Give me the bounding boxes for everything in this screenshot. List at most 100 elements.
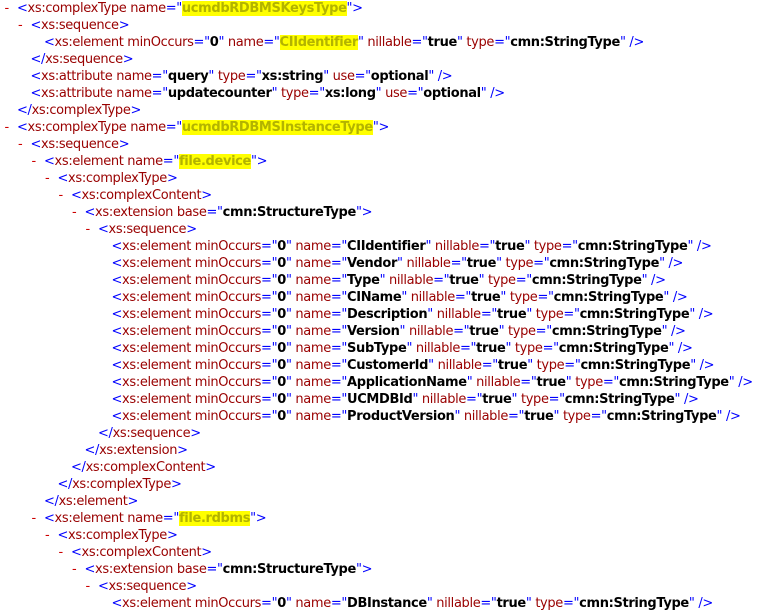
attribute-value: 0 bbox=[277, 392, 286, 407]
quote-mark: " bbox=[271, 86, 278, 101]
collapse-toggle[interactable]: - bbox=[59, 544, 64, 561]
attribute-name: nillable bbox=[476, 375, 521, 390]
attribute-value: 0 bbox=[277, 307, 286, 322]
collapse-toggle[interactable]: - bbox=[59, 187, 64, 204]
tag-bracket: < bbox=[111, 375, 123, 390]
attribute-value: 0 bbox=[277, 290, 286, 305]
equals-sign: = bbox=[151, 69, 163, 84]
tag-bracket: /> bbox=[672, 290, 688, 305]
attribute-value: xs:long bbox=[324, 86, 376, 101]
xml-code: <xs:element minOccurs="0" name="CIIdenti… bbox=[112, 238, 712, 255]
tag-name: xs:sequence bbox=[108, 222, 187, 237]
attribute-value: CustomerId bbox=[347, 358, 429, 373]
collapse-toggle[interactable]: - bbox=[45, 527, 50, 544]
equals-sign: = bbox=[261, 256, 272, 271]
quote-mark: " bbox=[285, 358, 292, 373]
collapse-toggle[interactable]: - bbox=[18, 17, 23, 34]
xml-code: </xs:element> bbox=[44, 493, 138, 510]
collapse-toggle[interactable]: - bbox=[86, 221, 91, 238]
tag-name: xs:complexType bbox=[68, 528, 167, 543]
attribute-value: CIName bbox=[347, 290, 402, 305]
tag-bracket: < bbox=[30, 18, 42, 33]
equals-sign: = bbox=[261, 324, 272, 339]
tag-bracket: > bbox=[205, 460, 216, 475]
tag-name: xs:complexContent bbox=[81, 545, 202, 560]
tag-bracket: </ bbox=[84, 443, 100, 458]
equals-sign: = bbox=[261, 392, 272, 407]
tag-name: xs:element bbox=[122, 341, 191, 356]
tag-bracket: < bbox=[98, 222, 109, 237]
attribute-name: nillable bbox=[436, 307, 481, 322]
equals-sign: = bbox=[330, 409, 342, 424]
collapse-toggle[interactable]: - bbox=[5, 0, 10, 17]
attribute-value: cmn:StructureType bbox=[222, 562, 357, 577]
attribute-value: true bbox=[482, 392, 512, 407]
tag-bracket: > bbox=[352, 1, 363, 16]
tag-bracket: < bbox=[71, 545, 82, 560]
tag-bracket: > bbox=[361, 205, 373, 220]
tag-bracket: < bbox=[84, 205, 96, 220]
attribute-value: ProductVersion bbox=[347, 409, 455, 424]
quote-mark: " bbox=[285, 256, 292, 271]
collapse-toggle[interactable]: - bbox=[72, 561, 77, 578]
attribute-name: minOccurs bbox=[194, 375, 262, 390]
attribute-value: 0 bbox=[277, 256, 286, 271]
tag-name: xs:complexContent bbox=[81, 188, 202, 203]
collapse-toggle[interactable]: - bbox=[86, 578, 91, 595]
equals-sign: = bbox=[308, 86, 320, 101]
attribute-value: ApplicationName bbox=[347, 375, 467, 390]
attribute-name: minOccurs bbox=[194, 596, 262, 611]
attribute-name: nillable bbox=[367, 35, 412, 50]
tag-bracket: < bbox=[30, 86, 42, 101]
attribute-name: type bbox=[281, 86, 309, 101]
attribute-value: CIIdentifier bbox=[347, 239, 426, 254]
tag-bracket: < bbox=[111, 290, 123, 305]
quote-mark: " bbox=[285, 596, 292, 611]
quote-mark: " bbox=[208, 69, 215, 84]
attribute-value: true bbox=[476, 341, 506, 356]
attribute-value: CIIdentifier bbox=[279, 35, 358, 50]
attribute-value: UCMDBId bbox=[347, 392, 413, 407]
equals-sign: = bbox=[162, 154, 174, 169]
tag-name: xs:element bbox=[122, 375, 191, 390]
attribute-value: true bbox=[466, 256, 497, 271]
attribute-name: nillable bbox=[410, 290, 455, 305]
equals-sign: = bbox=[535, 324, 547, 339]
tag-name: xs:element bbox=[122, 409, 191, 424]
tag-name: xs:element bbox=[122, 392, 191, 407]
quote-mark: " bbox=[285, 375, 292, 390]
tag-name: xs:element bbox=[122, 273, 191, 288]
collapse-toggle[interactable]: - bbox=[72, 204, 77, 221]
collapse-toggle[interactable]: - bbox=[45, 170, 50, 187]
tag-name: xs:complexType bbox=[27, 1, 127, 16]
attribute-value: DBInstance bbox=[347, 596, 427, 611]
xml-code: <xs:element minOccurs="0" name="Version"… bbox=[112, 323, 686, 340]
xml-code: <xs:attribute name="query" type="xs:stri… bbox=[31, 68, 453, 85]
tag-bracket: < bbox=[111, 392, 123, 407]
tag-bracket: </ bbox=[71, 460, 86, 475]
xml-code: <xs:complexType name="ucmdbRDBMSInstance… bbox=[17, 119, 389, 136]
quote-mark: " bbox=[565, 375, 572, 390]
xml-code: <xs:element minOccurs="0" name="CIName" … bbox=[112, 289, 688, 306]
equals-sign: = bbox=[590, 409, 602, 424]
equals-sign: = bbox=[162, 511, 174, 526]
collapse-toggle[interactable]: - bbox=[5, 119, 10, 136]
attribute-name: name bbox=[295, 239, 331, 254]
quote-mark: " bbox=[619, 35, 626, 50]
tag-bracket: < bbox=[17, 1, 28, 16]
equals-sign: = bbox=[165, 1, 177, 16]
equals-sign: = bbox=[330, 290, 342, 305]
tag-bracket: > bbox=[166, 171, 178, 186]
tag-name: xs:element bbox=[58, 494, 128, 509]
collapse-toggle[interactable]: - bbox=[18, 136, 23, 153]
collapse-toggle[interactable]: - bbox=[32, 153, 37, 170]
tag-name: xs:element bbox=[122, 307, 191, 322]
tag-bracket: > bbox=[166, 528, 178, 543]
equals-sign: = bbox=[481, 358, 493, 373]
equals-sign: = bbox=[450, 256, 462, 271]
quote-mark: " bbox=[687, 239, 694, 254]
attribute-name: name bbox=[130, 120, 166, 135]
collapse-toggle[interactable]: - bbox=[32, 510, 37, 527]
attribute-name: base bbox=[176, 562, 207, 577]
attribute-name: name bbox=[295, 307, 331, 322]
